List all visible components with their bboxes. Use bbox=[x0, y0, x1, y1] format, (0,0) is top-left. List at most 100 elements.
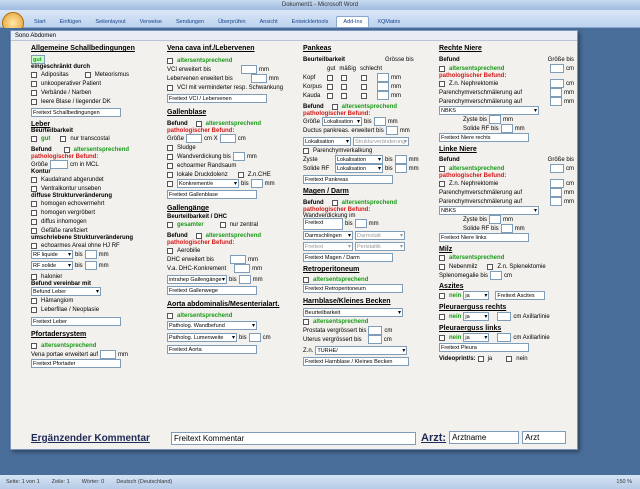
freitext-magen[interactable]: Freitext Magen / Darm bbox=[303, 253, 393, 262]
status-zoom[interactable]: 150 % bbox=[616, 475, 640, 489]
checkbox-echoarm[interactable] bbox=[31, 242, 37, 249]
wandverdickung-input[interactable] bbox=[232, 152, 245, 161]
checkbox-druckdolenz[interactable] bbox=[167, 171, 173, 178]
checkbox-echovermehrt[interactable] bbox=[31, 200, 37, 207]
gb-groesse1-input[interactable] bbox=[186, 134, 203, 143]
va-dhc-input[interactable] bbox=[234, 264, 251, 273]
magen-bis-input[interactable] bbox=[354, 219, 367, 228]
splenomeg-input[interactable] bbox=[490, 271, 503, 280]
checkbox-meteorismus[interactable] bbox=[84, 71, 91, 78]
ribbon-tab[interactable]: Sendungen bbox=[170, 17, 210, 27]
allg-status-field[interactable]: gut bbox=[31, 55, 45, 64]
rn-nephrek-input[interactable] bbox=[550, 79, 564, 88]
ribbon-tab[interactable]: Überprüfen bbox=[212, 17, 252, 27]
checkbox-kopf-gut[interactable] bbox=[327, 74, 333, 81]
ln-parenchym1-input[interactable] bbox=[550, 188, 562, 197]
intrahep-input[interactable] bbox=[238, 275, 251, 284]
checkbox-leere-blase[interactable] bbox=[31, 98, 37, 105]
ribbon-tab[interactable]: Ansicht bbox=[254, 17, 284, 27]
checkbox-gefaesse[interactable] bbox=[31, 227, 37, 234]
checkbox-wandverdickung[interactable] bbox=[167, 153, 173, 160]
ribbon-tab[interactable]: Start bbox=[28, 17, 52, 27]
freitext-pleura[interactable]: Freitext Pleura bbox=[439, 343, 529, 352]
checkbox-neoplasie[interactable] bbox=[31, 306, 37, 313]
vena-portae-input[interactable] bbox=[100, 350, 117, 359]
freitext-retro[interactable]: Freitext Retroperitoneum bbox=[303, 284, 403, 293]
ribbon-tab[interactable]: Seitenlayout bbox=[89, 17, 131, 27]
pank-zyste-input[interactable] bbox=[394, 155, 407, 164]
pleura-li-input[interactable] bbox=[497, 333, 512, 342]
ductus-input[interactable] bbox=[385, 126, 398, 135]
arzt-field[interactable]: Arzt bbox=[522, 431, 567, 444]
checkbox-ln-nephrek[interactable] bbox=[439, 180, 445, 187]
checkbox-video-ja[interactable] bbox=[477, 355, 484, 362]
checkbox-pleura-li-nein[interactable] bbox=[439, 334, 445, 341]
rf-liquide-select[interactable]: RF liquide bbox=[31, 250, 73, 259]
intrahep-select[interactable]: intrahep Gallengänge bbox=[167, 275, 227, 284]
checkbox-aszites-nein[interactable] bbox=[439, 292, 445, 299]
freitext-vci[interactable]: Freitext VCI / Lebervenen bbox=[167, 94, 267, 103]
peristaltik-1-select[interactable]: Freitext bbox=[303, 242, 353, 251]
checkbox-randsaum[interactable] bbox=[167, 162, 173, 169]
checkbox-aorta-alters[interactable] bbox=[167, 312, 173, 319]
checkbox-pfort-alters[interactable] bbox=[31, 342, 37, 349]
ribbon-tab[interactable]: Verweise bbox=[134, 17, 168, 27]
ribbon-tab[interactable]: Entwicklertools bbox=[286, 17, 335, 27]
checkbox-korpus-maessig[interactable] bbox=[341, 83, 347, 90]
checkbox-rn-alters[interactable] bbox=[439, 65, 445, 72]
checkbox-verkalkung[interactable] bbox=[303, 147, 309, 154]
ln-groesse-input[interactable] bbox=[550, 164, 564, 173]
checkbox-korpus-schlecht[interactable] bbox=[361, 83, 367, 90]
ribbon-tab[interactable]: XQMatrix bbox=[371, 17, 406, 27]
checkbox-harn-alters[interactable] bbox=[303, 318, 309, 325]
vci-erw-input[interactable] bbox=[241, 65, 258, 74]
pank-groesse-input[interactable] bbox=[373, 117, 386, 126]
checkbox-zentral[interactable] bbox=[219, 221, 226, 228]
checkbox-leber-gut[interactable] bbox=[31, 135, 37, 142]
checkbox-milz-alters[interactable] bbox=[439, 254, 445, 261]
checkbox-verbaende[interactable] bbox=[31, 89, 37, 96]
konkrement-input[interactable] bbox=[250, 179, 263, 188]
checkbox-kauda-maessig[interactable] bbox=[341, 92, 347, 99]
checkbox-splenekt[interactable] bbox=[487, 263, 494, 270]
freitext-harnblase[interactable]: Freitext Harnblase / Kleines Becken bbox=[303, 357, 409, 366]
freitext-leber[interactable]: Freitext Leber bbox=[31, 317, 121, 326]
pleura-re-select[interactable]: ja bbox=[463, 312, 490, 321]
freitext-gallenblase[interactable]: Freitext Gallenblase bbox=[167, 190, 257, 199]
checkbox-kopf-maessig[interactable] bbox=[341, 74, 347, 81]
kopf-groesse-input[interactable] bbox=[377, 73, 389, 82]
freitext-niere-links[interactable]: Freitext Niere links bbox=[439, 233, 529, 242]
checkbox-magen-alters[interactable] bbox=[331, 199, 338, 206]
harnblase-beurt-select[interactable]: Beurteilbarkeit bbox=[303, 308, 403, 317]
lumenweite-select[interactable]: Patholog. Lumenweite bbox=[167, 333, 237, 342]
checkbox-pleura-re-nein[interactable] bbox=[439, 313, 445, 320]
checkbox-kaudalrand[interactable] bbox=[31, 176, 37, 183]
gb-groesse2-input[interactable] bbox=[219, 134, 236, 143]
checkbox-znche[interactable] bbox=[237, 171, 244, 178]
prostata-input[interactable] bbox=[368, 326, 383, 335]
aszites-select[interactable]: ja bbox=[463, 291, 490, 300]
checkbox-kauda-gut[interactable] bbox=[327, 92, 333, 99]
checkbox-vergroebert[interactable] bbox=[31, 209, 37, 216]
checkbox-pank-alters[interactable] bbox=[331, 103, 338, 110]
checkbox-haemangiom[interactable] bbox=[31, 297, 37, 304]
checkbox-adipositas[interactable] bbox=[31, 71, 37, 78]
checkbox-unkooperativ[interactable] bbox=[31, 80, 37, 87]
rf-solide-select[interactable]: RF solide bbox=[31, 261, 73, 270]
rn-parenchym2-input[interactable] bbox=[550, 97, 562, 106]
checkbox-video-nein[interactable] bbox=[506, 355, 513, 362]
pank-solide-input[interactable] bbox=[394, 164, 407, 173]
korpus-groesse-input[interactable] bbox=[377, 82, 389, 91]
rn-parenchym1-input[interactable] bbox=[550, 88, 562, 97]
rn-groesse-input[interactable] bbox=[550, 64, 564, 73]
checkbox-ventralkontur[interactable] bbox=[31, 185, 37, 192]
pank-lokal-select[interactable]: Lokalisation bbox=[322, 117, 363, 126]
magen-freitext-field[interactable]: Freitext bbox=[303, 217, 343, 230]
lv-erw-input[interactable] bbox=[250, 74, 267, 83]
darmstatt-select[interactable]: Darmstatt bbox=[355, 231, 405, 240]
rn-nbks-select[interactable]: NBKS bbox=[439, 106, 539, 115]
checkbox-halonier[interactable] bbox=[31, 273, 37, 280]
checkbox-konkrement[interactable] bbox=[167, 180, 173, 187]
wandbefund-select[interactable]: Patholog. Wandbefund bbox=[167, 321, 257, 330]
rn-zyste-input[interactable] bbox=[489, 115, 502, 124]
